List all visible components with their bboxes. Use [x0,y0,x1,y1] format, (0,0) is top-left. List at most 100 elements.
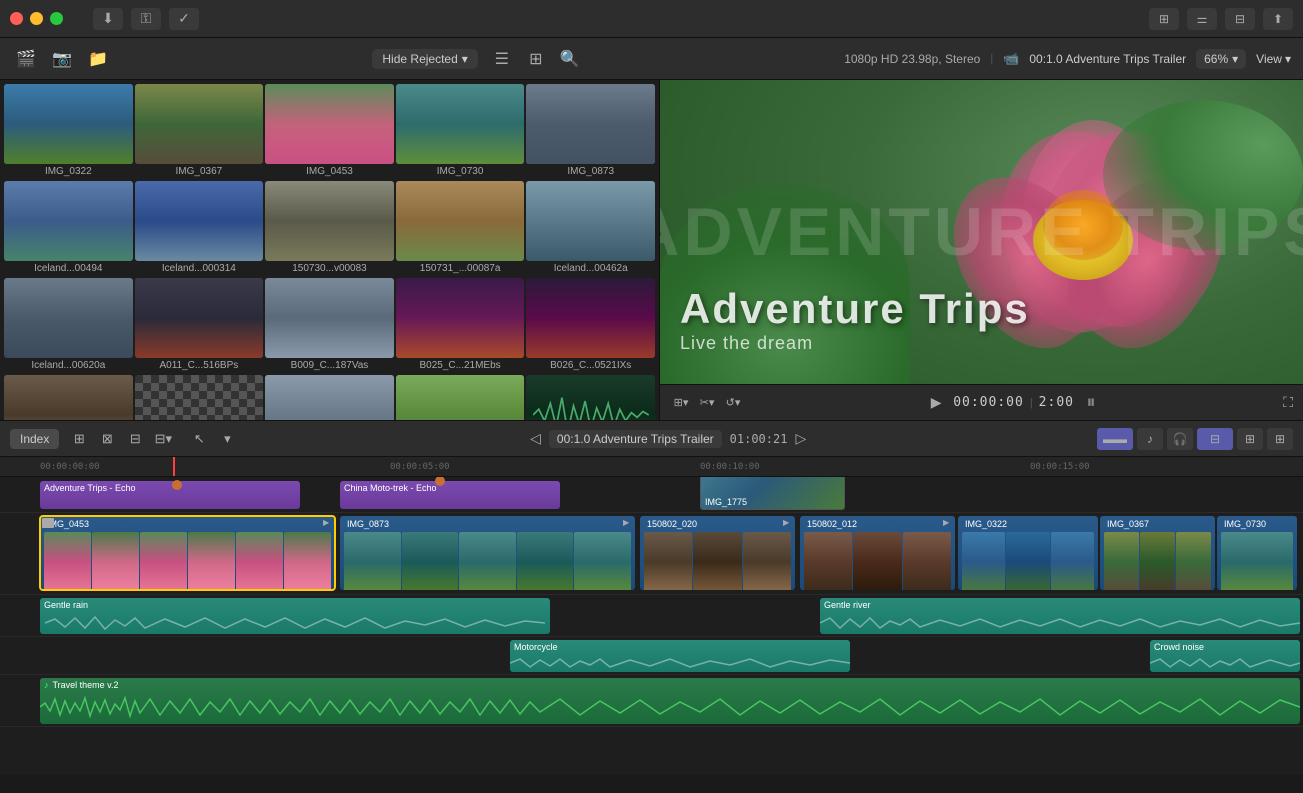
clip-expand-icon: ▶ [783,518,793,528]
media-item[interactable]: C003_C...WZacs [396,375,525,420]
media-item[interactable]: Iceland...00620a [4,278,133,373]
timeline-prev-button[interactable]: ◁ [530,430,541,447]
toolbar-left: 🎬 📷 📁 [12,45,112,73]
columns-view-icon[interactable]: ⚌ [1187,8,1217,30]
timeline-project-name[interactable]: 00:1.0 Adventure Trips Trailer [549,430,722,448]
clip-150802-020[interactable]: 150802_020 ▶ [640,516,795,590]
media-item[interactable]: IMG_0873 [526,84,655,179]
view-button[interactable]: View ▾ [1256,52,1291,66]
clip-img0730[interactable]: IMG_0730 [1217,516,1297,590]
timeline-settings-btn[interactable]: ⊞ [1237,428,1263,450]
media-item[interactable]: IMG_0367 [135,84,264,179]
media-label: 150730...v00083 [265,261,394,276]
pause-icon[interactable]: ⏸ [1080,392,1102,413]
trim-icon[interactable]: ✂▾ [696,396,718,409]
media-item[interactable]: B026_C...0521IXs [526,278,655,373]
timeline-icon1[interactable]: ⊞ [67,428,91,450]
fullscreen-button[interactable]: ⛶ [1283,394,1293,411]
timeline-icon3[interactable]: ⊟ [123,428,147,450]
media-item[interactable]: Iceland...000314 [135,181,264,276]
media-item[interactable]: Iceland...00462a [526,181,655,276]
media-thumb-audio [526,375,655,420]
timeline-ruler: 00:00:00:00 00:00:05:00 00:00:10:00 00:0… [0,457,1303,477]
check-icon[interactable]: ✓ [169,8,199,30]
minimize-button[interactable] [30,12,43,25]
clip-img0453[interactable]: IMG_0453 ▶ [40,516,335,590]
media-item[interactable]: B009_C...187Vas [265,278,394,373]
media-item[interactable]: Travel theme v.2 [526,375,655,420]
clip-header: ♪ Travel theme v.2 [44,680,1296,690]
arrow-tool-dropdown[interactable]: ▾ [215,428,239,450]
media-item[interactable]: 150730...v00083 [265,181,394,276]
transform-icon[interactable]: ↺▾ [722,396,744,409]
media-thumb [396,278,525,358]
media-item[interactable]: A011_C...516BPs [135,278,264,373]
clip-img0322[interactable]: IMG_0322 [958,516,1098,590]
media-label: IMG_0873 [526,164,655,179]
clip-img0873[interactable]: IMG_0873 ▶ [340,516,635,590]
clip-china-moto-echo[interactable]: China Moto-trek - Echo [340,481,560,509]
hide-rejected-label: Hide Rejected [382,52,457,66]
share-icon[interactable]: ⬆ [1263,8,1293,30]
clip-img0367[interactable]: IMG_0367 [1100,516,1215,590]
camera-icon[interactable]: 📷 [48,45,76,73]
preview-options-icon[interactable]: ⊞▾ [670,396,692,409]
maximize-button[interactable] [50,12,63,25]
clip-adventure-trips-echo[interactable]: Adventure Trips - Echo [40,481,300,509]
audio-waveform [40,614,550,632]
arrow-tool[interactable]: ↖ [187,428,211,450]
clip-crowd-noise[interactable]: Crowd noise [1150,640,1300,672]
clip-gentle-river[interactable]: Gentle river [820,598,1300,634]
timeline-icon2[interactable]: ⊠ [95,428,119,450]
media-label: IMG_0322 [4,164,133,179]
music-track-row: ♪ Travel theme v.2 [0,675,1303,727]
clip-label: IMG_0453 [44,518,331,530]
clip-gentle-rain[interactable]: Gentle rain [40,598,550,634]
media-thumb [4,375,133,420]
media-item[interactable]: IMG_0453 [265,84,394,179]
list-view-icon[interactable]: ☰ [488,45,516,73]
media-item[interactable]: B025_C...21MEbs [396,278,525,373]
media-item[interactable]: 150731_...00087a [396,181,525,276]
timeline-expand-btn[interactable]: ⊞ [1267,428,1293,450]
download-icon[interactable]: ⬇ [93,8,123,30]
timeline-icon4[interactable]: ⊟▾ [151,428,175,450]
index-button[interactable]: Index [10,429,59,449]
timeline-next-button[interactable]: ▷ [795,430,806,447]
media-item[interactable]: Iceland...00494 [4,181,133,276]
media-item[interactable]: C004_C...5U6acs [265,375,394,420]
zoom-control[interactable]: 66% ▾ [1196,49,1246,69]
collapse-btn[interactable]: ⊟ [1197,428,1233,450]
close-button[interactable] [10,12,23,25]
clip-travel-theme[interactable]: ♪ Travel theme v.2 [40,678,1300,724]
media-thumb [135,278,264,358]
grid-view-icon2[interactable]: ⊞ [522,45,550,73]
clip-label: IMG_0367 [1104,518,1211,530]
media-item[interactable]: IMG_0322 [4,84,133,179]
playhead[interactable] [173,457,175,477]
play-button[interactable]: ▶ [925,394,947,411]
clip-expand-icon: ▶ [623,518,633,528]
photo-icon[interactable]: 📁 [84,45,112,73]
ruler-mark-10: 00:00:10:00 [700,462,760,472]
preview-title-overlay: Adventure Trips Live the dream [680,285,1030,354]
hide-rejected-button[interactable]: Hide Rejected ▾ [372,49,477,69]
media-label: IMG_0367 [135,164,264,179]
media-item[interactable]: B028_C...21A6as [4,375,133,420]
grid-view-icon[interactable]: ⊞ [1149,8,1179,30]
search-icon[interactable]: 🔍 [556,45,584,73]
hide-rejected-arrow: ▾ [462,52,468,66]
clip-motorcycle[interactable]: Motorcycle [510,640,850,672]
film-icon[interactable]: 🎬 [12,45,40,73]
media-label: Iceland...00494 [4,261,133,276]
media-item[interactable]: B002_C...14TNas [135,375,264,420]
clip-150802-012[interactable]: 150802_012 ▶ [800,516,955,590]
settings-icon[interactable]: ⊟ [1225,8,1255,30]
audio-btn[interactable]: ♪ [1137,428,1163,450]
toolbar-right: 1080p HD 23.98p, Stereo | 📹 00:1.0 Adven… [844,49,1291,69]
key-icon[interactable]: ⚿ [131,8,161,30]
headphones-btn[interactable]: 🎧 [1167,428,1193,450]
clip-appearance-btn[interactable]: ▬▬ [1097,428,1133,450]
media-item[interactable]: IMG_0730 [396,84,525,179]
media-thumb [265,84,394,164]
